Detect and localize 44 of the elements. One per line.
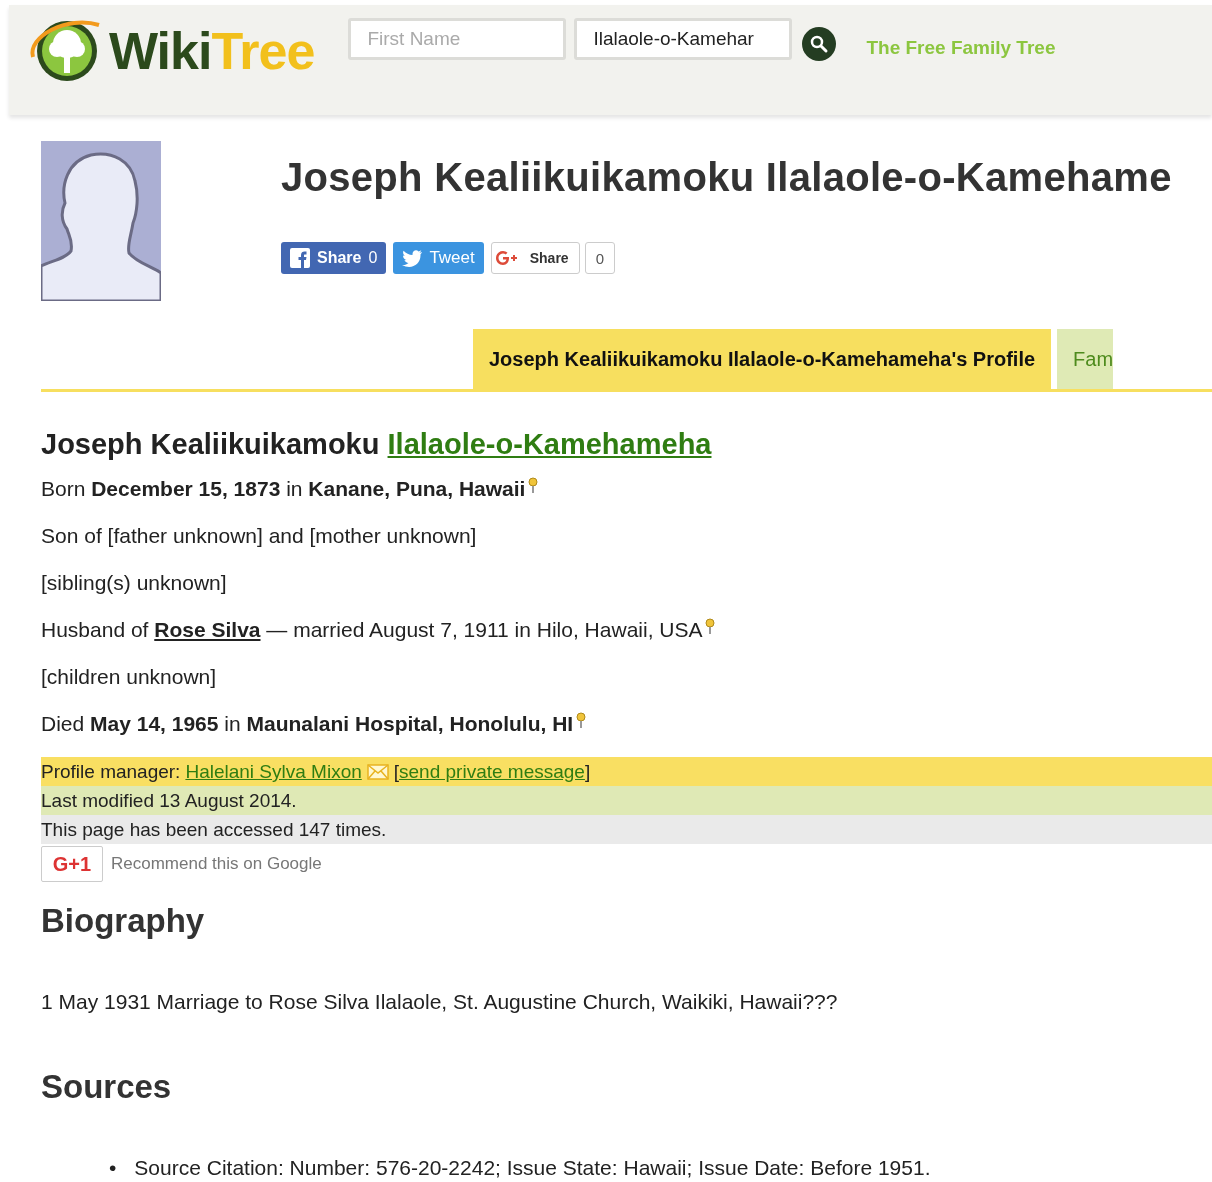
last-name-field[interactable]: Ilalaole-o-Kamehar (574, 18, 793, 60)
manager-link[interactable]: Halelani Sylva Mixon (185, 757, 362, 786)
fact-line: [children unknown] (41, 665, 217, 688)
source-citation: Source Citation: Number: 576-20-2242; Issue State: Hawaii; Issue Date: Before 1951. (134, 1155, 931, 1181)
recommend-text: Recommend this on Google (111, 854, 322, 874)
google-plus-one-button[interactable]: G+1 (41, 846, 103, 882)
site-logo[interactable]: WikiTree (109, 25, 315, 77)
fact-line: Died May 14, 1965 in Maunalani Hospital, Honolulu, HI (41, 712, 574, 735)
spouse-link[interactable]: Rose Silva (154, 618, 261, 641)
search-button[interactable] (802, 27, 837, 61)
search-icon (809, 34, 830, 54)
share-count: 0 (584, 242, 615, 274)
profile-title: Joseph Kealiikuikamoku Ilalaole-o-Kamehame (281, 155, 1172, 200)
map-pin-icon[interactable] (576, 712, 587, 728)
tweet-button[interactable]: Tweet (393, 242, 484, 274)
google-plus-share-button[interactable]: Share (490, 242, 580, 274)
fact-line: [sibling(s) unknown] (41, 571, 227, 594)
bracket-text: ] (584, 760, 591, 784)
biography-text: 1 May 1931 Marriage to Rose Silva Ilalaole, St. Augustine Church, Waikiki, Hawaii??? (41, 990, 839, 1014)
fact-line: Born December 15, 1873 in Kanane, Puna, Hawaii (41, 477, 526, 500)
map-pin-icon[interactable] (705, 618, 716, 634)
bracket-text: [ (393, 760, 400, 784)
manager-label: Profile manager: (41, 760, 181, 784)
envelope-icon[interactable] (366, 763, 389, 780)
map-pin-icon[interactable] (528, 477, 539, 493)
last-modified-text: Last modified 13 August 2014. (41, 786, 1212, 815)
sources-heading: Sources (41, 1068, 173, 1106)
profile-tab[interactable]: Joseph Kealiikuikamoku Ilalaole-o-Kamehameha's Profile (473, 329, 1052, 389)
google-plus-icon (495, 251, 520, 265)
marriage-text: — married August 7, 1911 in Hilo, Hawaii, USA (266, 618, 703, 641)
access-count-text: This page has been accessed 147 times. (41, 815, 1212, 844)
profile-tab[interactable]: Fam (1057, 329, 1114, 389)
fact-line: Son of [father unknown] and [mother unknown] (41, 524, 477, 547)
facebook-share-button[interactable]: Share 0 (281, 242, 387, 274)
site-tagline: The Free Family Tree (866, 37, 1056, 59)
private-message-link[interactable]: send private message (399, 757, 585, 786)
person-name: Joseph Kealiikuikamoku (41, 428, 381, 460)
bullet-marker: • (109, 1155, 117, 1181)
fact-label: Husband of (41, 618, 149, 641)
surname-link[interactable]: Ilalaole-o-Kamehameha (387, 428, 712, 460)
biography-heading: Biography (41, 902, 206, 940)
bird-icon (402, 249, 423, 267)
first-name-field[interactable]: First Name (348, 18, 567, 60)
facebook-icon (290, 248, 310, 268)
